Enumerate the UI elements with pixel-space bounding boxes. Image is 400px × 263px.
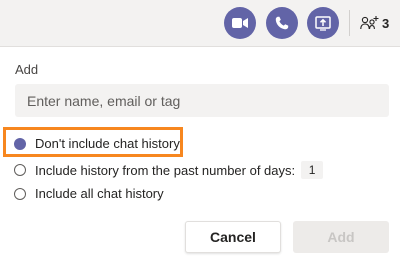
radio-unselected[interactable]: [14, 187, 26, 200]
radio-selected[interactable]: [14, 137, 26, 150]
video-call-button[interactable]: [224, 7, 256, 39]
top-toolbar: 3: [0, 0, 400, 47]
option-history-days-label: Include history from the past number of …: [35, 162, 296, 178]
participants-count: 3: [382, 15, 390, 31]
toolbar-divider: [349, 10, 350, 36]
video-camera-icon: [232, 18, 248, 28]
days-input[interactable]: 1: [301, 161, 324, 179]
people-add-icon: [360, 16, 379, 30]
share-screen-icon: [315, 15, 331, 31]
option-no-history[interactable]: Don't include chat history: [14, 136, 180, 151]
add-label: Add: [15, 62, 39, 77]
participants-button[interactable]: 3: [360, 12, 389, 34]
phone-icon: [275, 16, 289, 30]
share-screen-button[interactable]: [307, 7, 339, 39]
option-all-history-label: Include all chat history: [35, 186, 164, 201]
people-search-input[interactable]: [15, 84, 389, 117]
option-all-history[interactable]: Include all chat history: [14, 186, 164, 201]
option-no-history-label: Don't include chat history: [35, 136, 180, 151]
option-history-days[interactable]: Include history from the past number of …: [14, 161, 324, 179]
audio-call-button[interactable]: [266, 7, 298, 39]
radio-unselected[interactable]: [14, 164, 26, 176]
add-button[interactable]: Add: [293, 221, 389, 253]
cancel-button[interactable]: Cancel: [185, 221, 281, 253]
